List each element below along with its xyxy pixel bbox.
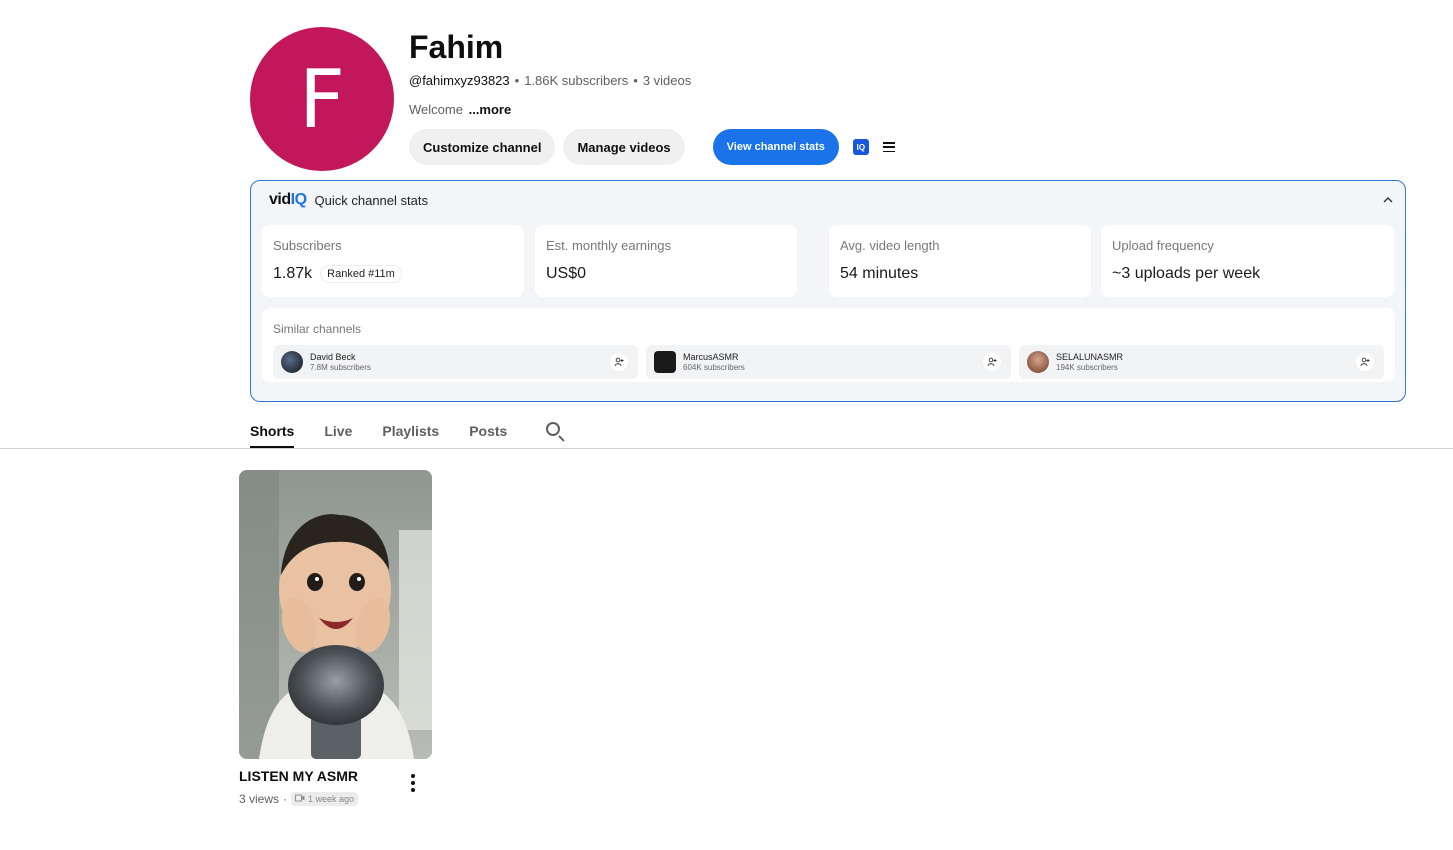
similar-channel-card[interactable]: David Beck 7.8M subscribers	[273, 345, 638, 379]
short-meta: 3 views · 1 week ago	[239, 792, 359, 806]
stat-value: 1.87k Ranked #11m	[273, 265, 513, 283]
channel-meta: @fahimxyz93823 • 1.86K subscribers • 3 v…	[409, 73, 691, 88]
similar-channels: Similar channels David Beck 7.8M subscrib…	[262, 308, 1395, 382]
similar-channel-subs: 194K subscribers	[1056, 362, 1118, 372]
stat-value: ~3 uploads per week	[1112, 265, 1261, 282]
channel-handle: @fahimxyz93823	[409, 73, 510, 88]
short-thumbnail[interactable]	[239, 470, 432, 759]
stat-label: Subscribers	[273, 238, 342, 253]
similar-channel-card[interactable]: MarcusASMR 604K subscribers	[646, 345, 1011, 379]
more-link[interactable]: ...more	[469, 102, 512, 117]
similar-channel-subs: 7.8M subscribers	[310, 362, 371, 372]
channel-tabs: Shorts Live Playlists Posts	[250, 414, 565, 448]
published-time: 1 week ago	[308, 794, 355, 804]
add-user-icon[interactable]	[1356, 353, 1374, 371]
channel-name: Fahim	[409, 29, 504, 65]
similar-channel-name: SELALUNASMR	[1056, 352, 1124, 363]
stat-video-length: Avg. video length 54 minutes	[829, 225, 1091, 297]
video-count: 3 videos	[642, 73, 692, 88]
tab-shorts[interactable]: Shorts	[250, 414, 295, 448]
stat-earnings: Est. monthly earnings US$0	[535, 225, 797, 297]
more-vert-icon[interactable]	[408, 774, 418, 792]
vidiq-icon[interactable]: IQ	[852, 139, 869, 155]
published-badge: 1 week ago	[291, 792, 359, 806]
stat-label: Upload frequency	[1112, 238, 1214, 253]
stat-subscribers: Subscribers 1.87k Ranked #11m	[262, 225, 524, 297]
rank-badge: Ranked #11m	[320, 265, 402, 283]
meta-separator: •	[633, 73, 638, 88]
vidiq-logo: vidIQ	[269, 191, 307, 208]
panel-header: vidIQ Quick channel stats	[269, 191, 428, 209]
avatar-letter: F	[298, 52, 345, 146]
similar-channel-avatar	[654, 351, 676, 373]
tab-live[interactable]: Live	[324, 414, 352, 448]
view-count: 3 views	[239, 792, 280, 806]
similar-channel-avatar	[281, 351, 303, 373]
description-text: Welcome	[409, 102, 463, 117]
channel-avatar[interactable]: F	[250, 27, 394, 171]
stat-value: US$0	[546, 265, 587, 282]
meta-separator: •	[514, 73, 520, 88]
short-title[interactable]: LISTEN MY ASMR	[239, 768, 358, 784]
add-user-icon[interactable]	[983, 353, 1001, 371]
channel-description[interactable]: Welcome ...more	[409, 102, 511, 117]
tabs-divider	[0, 448, 1453, 449]
tab-posts[interactable]: Posts	[469, 414, 507, 448]
similar-channel-card[interactable]: SELALUNASMR 194K subscribers	[1019, 345, 1384, 379]
manage-videos-button[interactable]: Manage videos	[563, 129, 685, 165]
similar-channel-name: MarcusASMR	[683, 352, 739, 363]
menu-icon[interactable]	[882, 142, 895, 152]
stat-label: Est. monthly earnings	[546, 238, 672, 253]
tab-playlists[interactable]: Playlists	[382, 414, 439, 448]
similar-channel-name: David Beck	[310, 352, 356, 363]
meta-separator: ·	[283, 792, 288, 806]
panel-title: Quick channel stats	[314, 192, 428, 208]
view-channel-stats-button[interactable]: View channel stats	[712, 129, 839, 165]
video-clock-icon	[295, 794, 305, 804]
search-icon[interactable]	[545, 421, 565, 442]
stat-value: 54 minutes	[840, 265, 919, 282]
subscriber-count: 1.86K subscribers	[524, 73, 629, 88]
channel-actions: Customize channel Manage videos View cha…	[409, 129, 895, 165]
similar-channel-avatar	[1027, 351, 1049, 373]
similar-label: Similar channels	[273, 322, 362, 336]
similar-channel-subs: 604K subscribers	[683, 362, 745, 372]
chevron-up-icon[interactable]	[1383, 192, 1393, 206]
stat-upload-frequency: Upload frequency ~3 uploads per week	[1101, 225, 1394, 297]
stat-label: Avg. video length	[840, 238, 940, 253]
add-user-icon[interactable]	[610, 353, 628, 371]
customize-channel-button[interactable]: Customize channel	[409, 129, 556, 165]
vidiq-quick-stats-panel: vidIQ Quick channel stats Subscribers 1.…	[250, 180, 1406, 402]
